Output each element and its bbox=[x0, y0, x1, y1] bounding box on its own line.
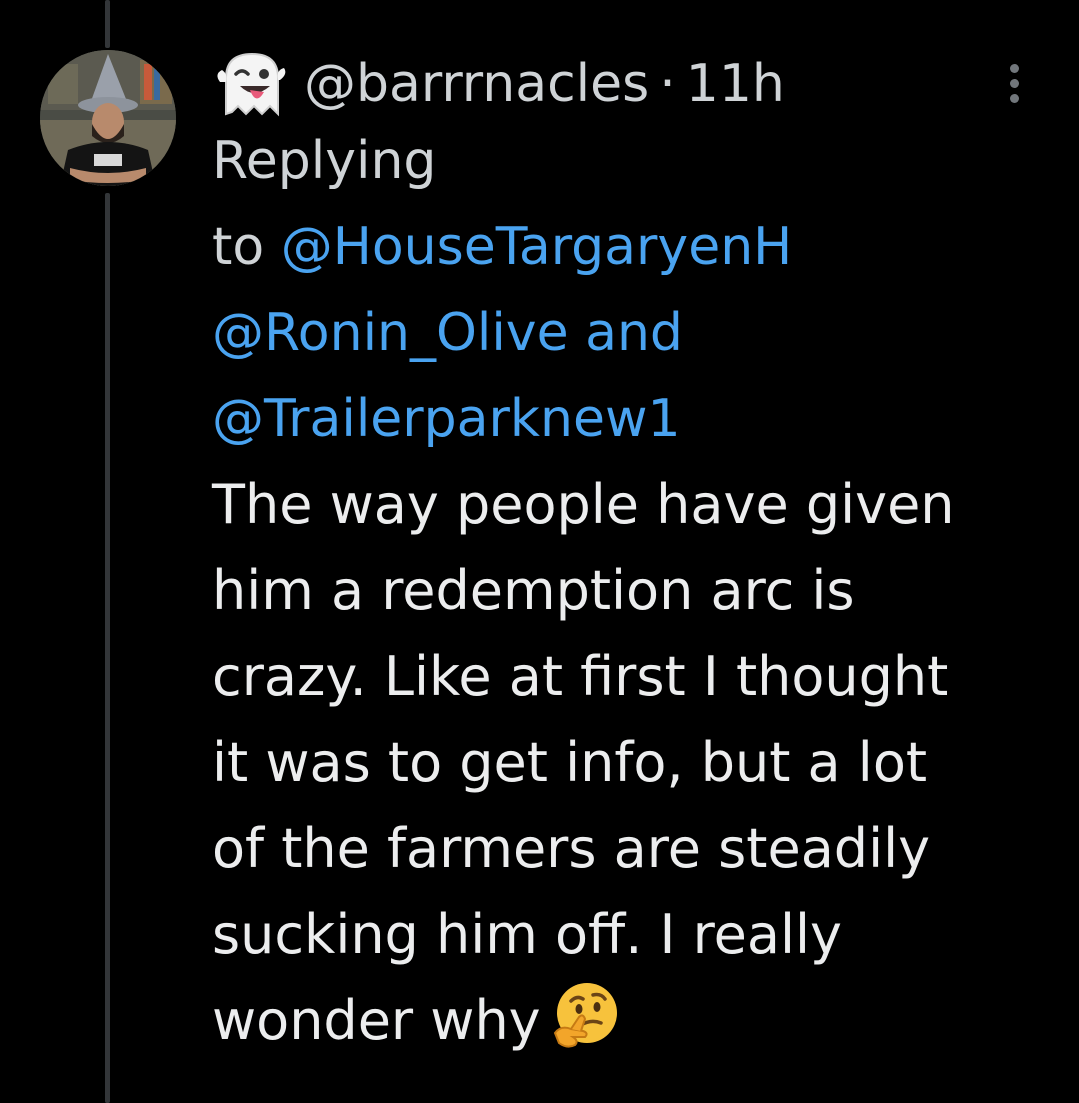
avatar[interactable] bbox=[40, 50, 176, 186]
mention-link[interactable]: @HouseTargaryenH bbox=[281, 217, 793, 277]
mention-link[interactable]: @Ronin_Olive bbox=[212, 303, 569, 363]
thread-line-top bbox=[105, 0, 110, 48]
replying-line-3: @Ronin_Olive and bbox=[212, 290, 1032, 376]
tweet-text-line: sucking him off. I really bbox=[212, 903, 842, 966]
author-handle[interactable]: @barrrnacles bbox=[304, 44, 649, 124]
mention-joiner[interactable]: and bbox=[585, 303, 683, 363]
thread-line-bottom bbox=[105, 193, 110, 1103]
tweet-text-last-line: wonder why bbox=[212, 978, 1032, 1064]
timestamp[interactable]: 11h bbox=[686, 44, 785, 124]
tweet-text-line: it was to get info, but a lot bbox=[212, 731, 928, 794]
ghost-icon bbox=[217, 52, 286, 117]
replying-line-2: to @HouseTargaryenH bbox=[212, 204, 1032, 290]
thinking-face-icon bbox=[553, 983, 617, 1048]
replying-to: Replying to @HouseTargaryenH @Ronin_Oliv… bbox=[212, 118, 1032, 462]
tweet-text-line: him a redemption arc is bbox=[212, 559, 855, 622]
replying-label: Replying bbox=[212, 131, 437, 191]
tweet[interactable]: @barrrnacles · 11h Replying to @HouseTar… bbox=[212, 44, 1032, 1064]
tweet-body: The way people have given him a redempti… bbox=[212, 462, 1032, 1064]
tweet-header: @barrrnacles · 11h bbox=[212, 44, 1032, 124]
separator-dot: · bbox=[659, 54, 676, 114]
tweet-text-line: The way people have given bbox=[212, 473, 955, 536]
replying-to-word: to bbox=[212, 217, 265, 277]
avatar-photo bbox=[40, 50, 176, 186]
more-options-icon[interactable] bbox=[1000, 58, 1028, 110]
tweet-text-line: of the farmers are steadily bbox=[212, 817, 931, 880]
tweet-text-line: crazy. Like at first I thought bbox=[212, 645, 949, 708]
mention-link[interactable]: @Trailerparknew1 bbox=[212, 389, 681, 449]
tweet-text-line: wonder why bbox=[212, 989, 541, 1052]
replying-line-4: @Trailerparknew1 bbox=[212, 376, 1032, 462]
